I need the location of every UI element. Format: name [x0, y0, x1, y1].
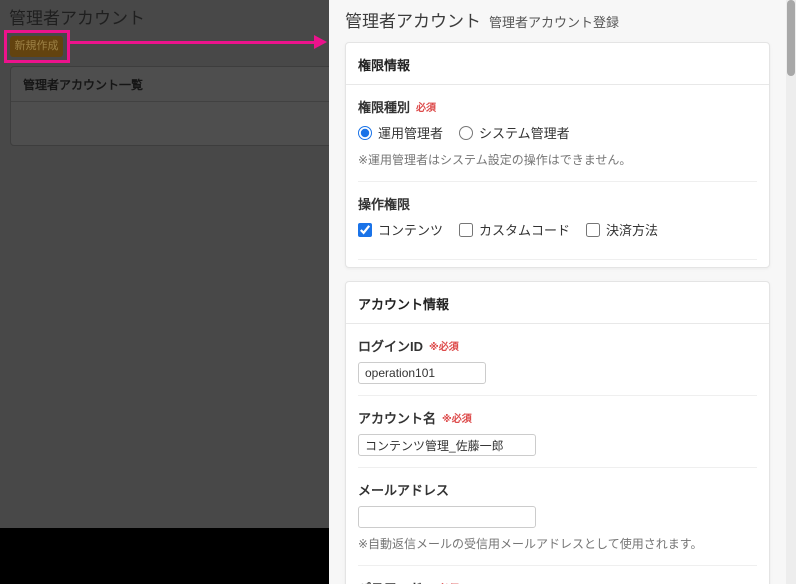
radio-system-admin-input[interactable]	[459, 125, 474, 140]
dimmed-background-page: 管理者アカウント 新規作成 管理者アカウント一覧	[0, 0, 329, 528]
scrollbar-thumb[interactable]	[787, 0, 795, 76]
permission-type-group: 権限種別 必須 運用管理者 システム管理者 ※運用管理者はシステム設定の操作はでき…	[346, 85, 769, 181]
operation-permission-group: 操作権限 コンテンツ カスタムコード 決済方法	[346, 182, 769, 259]
checkbox-content-input[interactable]	[358, 222, 372, 237]
modal-title: 管理者アカウント	[345, 12, 481, 31]
checkbox-custom-code[interactable]: カスタムコード	[459, 220, 570, 239]
email-note: ※自動返信メールの受信用メールアドレスとして使用されます。	[358, 537, 703, 551]
annotation-arrow-head-icon	[314, 35, 327, 49]
login-id-group: ログインID ※必須	[346, 324, 769, 395]
permission-info-card: 権限情報 権限種別 必須 運用管理者 システム管理者 ※運用管理者はシステム設定…	[345, 42, 770, 268]
checkbox-payment-method-label: 決済方法	[606, 223, 659, 238]
required-badge: ※必須	[429, 342, 459, 353]
email-input[interactable]	[358, 506, 536, 528]
login-id-label: ログインID	[358, 339, 424, 354]
admin-account-list-title: 管理者アカウント一覧	[11, 67, 329, 102]
email-group: メールアドレス ※自動返信メールの受信用メールアドレスとして使用されます。	[346, 468, 769, 565]
permission-type-note: ※運用管理者はシステム設定の操作はできません。	[358, 153, 632, 167]
permission-info-heading: 権限情報	[358, 58, 411, 73]
account-info-card: アカウント情報 ログインID ※必須 アカウント名 ※必須	[345, 281, 770, 584]
email-label: メールアドレス	[358, 483, 450, 498]
modal-subtitle: 管理者アカウント登録	[489, 15, 620, 30]
page-title: 管理者アカウント	[9, 9, 145, 28]
admin-account-list-card: 管理者アカウント一覧	[10, 66, 329, 146]
radio-operation-admin[interactable]: 運用管理者	[358, 123, 443, 142]
radio-operation-admin-input[interactable]	[358, 125, 372, 140]
modal-header: 管理者アカウント 管理者アカウント登録	[345, 0, 770, 42]
checkbox-content-label: コンテンツ	[378, 223, 444, 238]
checkbox-content[interactable]: コンテンツ	[358, 220, 443, 239]
checkbox-payment-method-input[interactable]	[586, 222, 601, 237]
password-group: パスワード※必須	[346, 566, 769, 584]
login-id-input[interactable]	[358, 362, 486, 384]
permission-type-radio-row: 運用管理者 システム管理者	[358, 123, 757, 142]
checkbox-custom-code-label: カスタムコード	[479, 223, 571, 238]
screen: 管理者アカウント 新規作成 管理者アカウント一覧 管理者アカウント 管理者アカウン…	[0, 0, 796, 584]
radio-system-admin[interactable]: システム管理者	[459, 123, 570, 142]
operation-permission-label: 操作権限	[358, 197, 411, 212]
operation-permission-checkbox-row: コンテンツ カスタムコード 決済方法	[358, 220, 757, 239]
admin-account-register-panel: 管理者アカウント 管理者アカウント登録 権限情報 権限種別 必須 運用管理者 シ…	[329, 0, 796, 584]
permission-type-label: 権限種別	[358, 100, 411, 115]
annotation-highlight-box	[4, 30, 70, 63]
account-name-group: アカウント名 ※必須	[346, 396, 769, 467]
checkbox-payment-method[interactable]: 決済方法	[586, 220, 658, 239]
scrollbar-track[interactable]	[786, 0, 796, 584]
radio-operation-admin-label: 運用管理者	[378, 126, 444, 141]
checkbox-custom-code-input[interactable]	[459, 222, 474, 237]
account-name-input[interactable]	[358, 434, 536, 456]
card-bottom-spacer	[346, 260, 769, 267]
annotation-arrow-line	[69, 41, 316, 44]
required-badge: 必須	[416, 103, 437, 114]
radio-system-admin-label: システム管理者	[479, 126, 570, 141]
account-name-label: アカウント名	[358, 411, 437, 426]
account-info-heading: アカウント情報	[358, 297, 450, 312]
required-badge: ※必須	[442, 414, 472, 425]
